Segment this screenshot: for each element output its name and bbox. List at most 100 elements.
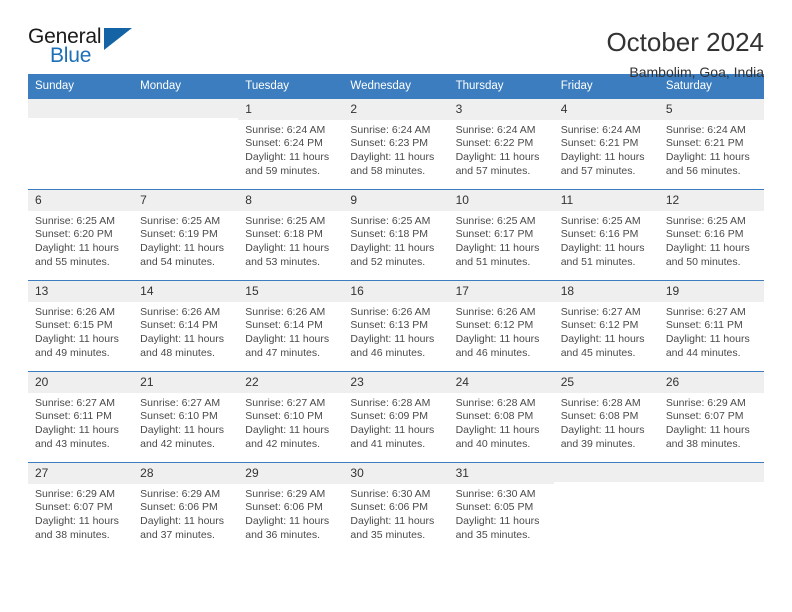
calendar-day-cell[interactable]: 29 Sunrise: 6:29 AM Sunset: 6:06 PM Dayligh…: [238, 462, 344, 553]
sunrise-text: Sunrise: 6:24 AM: [455, 123, 536, 136]
day-details: Sunrise: 6:25 AM Sunset: 6:18 PM Daylight:…: [343, 211, 448, 270]
sunset-text: Sunset: 6:16 PM: [560, 228, 639, 241]
calendar-week-row: 6 Sunrise: 6:25 AM Sunset: 6:20 PM Daylight…: [28, 189, 764, 281]
sunrise-text: Sunrise: 6:24 AM: [665, 123, 746, 136]
sunrise-text: Sunrise: 6:24 AM: [560, 123, 641, 136]
weekday-header-tuesday: Tuesday: [238, 74, 344, 99]
calendar-day-cell[interactable]: 8 Sunrise: 6:25 AM Sunset: 6:18 PM Daylight…: [238, 189, 344, 281]
sunrise-text: Sunrise: 6:26 AM: [455, 305, 536, 318]
daylight-text-line2: and 44 minutes.: [665, 347, 741, 360]
daylight-text-line2: and 36 minutes.: [245, 529, 320, 542]
daylight-text-line2: and 46 minutes.: [455, 347, 531, 360]
calendar-day-cell-empty: [658, 462, 764, 553]
calendar-day-cell[interactable]: 23 Sunrise: 6:28 AM Sunset: 6:09 PM Dayligh…: [343, 371, 449, 463]
day-number: 15: [238, 281, 344, 302]
weekday-header-monday: Monday: [133, 74, 239, 99]
daylight-text-line2: and 47 minutes.: [245, 347, 320, 360]
calendar-day-cell[interactable]: 7 Sunrise: 6:25 AM Sunset: 6:19 PM Daylight…: [133, 189, 239, 281]
calendar-day-cell[interactable]: 22 Sunrise: 6:27 AM Sunset: 6:10 PM Dayligh…: [238, 371, 344, 463]
day-number: 12: [658, 190, 764, 211]
sunrise-text: Sunrise: 6:25 AM: [350, 214, 431, 227]
day-number: [133, 99, 239, 118]
daylight-text-line2: and 38 minutes.: [35, 529, 110, 542]
day-number: 14: [133, 281, 239, 302]
day-details: Sunrise: 6:27 AM Sunset: 6:11 PM Daylight:…: [28, 393, 133, 452]
daylight-text-line2: and 55 minutes.: [35, 256, 110, 269]
calendar-day-cell[interactable]: 21 Sunrise: 6:27 AM Sunset: 6:10 PM Dayligh…: [133, 371, 239, 463]
day-details: Sunrise: 6:24 AM Sunset: 6:23 PM Daylight:…: [343, 120, 448, 179]
day-number: 22: [238, 372, 344, 393]
calendar-day-cell[interactable]: 10 Sunrise: 6:25 AM Sunset: 6:17 PM Dayligh…: [448, 189, 554, 281]
daylight-text-line2: and 39 minutes.: [560, 438, 636, 451]
daylight-text-line2: and 46 minutes.: [350, 347, 426, 360]
calendar-day-cell[interactable]: 17 Sunrise: 6:26 AM Sunset: 6:12 PM Dayligh…: [448, 280, 554, 372]
calendar-day-cell[interactable]: 4 Sunrise: 6:24 AM Sunset: 6:21 PM Daylight…: [553, 98, 659, 190]
daylight-text-line2: and 38 minutes.: [665, 438, 741, 451]
daylight-text-line1: Daylight: 11 hours: [455, 424, 540, 437]
day-number: 28: [133, 463, 239, 484]
calendar-day-cell[interactable]: 5 Sunrise: 6:24 AM Sunset: 6:21 PM Daylight…: [658, 98, 764, 190]
day-details: Sunrise: 6:26 AM Sunset: 6:15 PM Daylight:…: [28, 302, 133, 361]
calendar-day-cell[interactable]: 1 Sunrise: 6:24 AM Sunset: 6:24 PM Daylight…: [238, 98, 344, 190]
daylight-text-line1: Daylight: 11 hours: [350, 151, 435, 164]
calendar-day-cell[interactable]: 19 Sunrise: 6:27 AM Sunset: 6:11 PM Dayligh…: [658, 280, 764, 372]
calendar-day-cell[interactable]: 15 Sunrise: 6:26 AM Sunset: 6:14 PM Dayligh…: [238, 280, 344, 372]
daylight-text-line1: Daylight: 11 hours: [350, 242, 435, 255]
calendar-day-cell[interactable]: 14 Sunrise: 6:26 AM Sunset: 6:14 PM Dayligh…: [133, 280, 239, 372]
sunset-text: Sunset: 6:14 PM: [245, 319, 323, 332]
sunset-text: Sunset: 6:06 PM: [245, 501, 323, 514]
calendar-day-cell[interactable]: 6 Sunrise: 6:25 AM Sunset: 6:20 PM Daylight…: [28, 189, 134, 281]
logo-word-blue: Blue: [50, 44, 92, 67]
calendar-day-cell[interactable]: 12 Sunrise: 6:25 AM Sunset: 6:16 PM Dayligh…: [658, 189, 764, 281]
sunset-text: Sunset: 6:13 PM: [350, 319, 429, 332]
calendar-day-cell[interactable]: 18 Sunrise: 6:27 AM Sunset: 6:12 PM Dayligh…: [553, 280, 659, 372]
calendar-day-cell[interactable]: 27 Sunrise: 6:29 AM Sunset: 6:07 PM Dayligh…: [28, 462, 134, 553]
calendar-day-cell[interactable]: 11 Sunrise: 6:25 AM Sunset: 6:16 PM Dayligh…: [553, 189, 659, 281]
calendar-day-cell[interactable]: 16 Sunrise: 6:26 AM Sunset: 6:13 PM Dayligh…: [343, 280, 449, 372]
daylight-text-line2: and 51 minutes.: [560, 256, 636, 269]
day-details: Sunrise: 6:25 AM Sunset: 6:17 PM Daylight:…: [449, 211, 554, 270]
sunrise-text: Sunrise: 6:29 AM: [245, 487, 326, 500]
calendar-day-cell[interactable]: 25 Sunrise: 6:28 AM Sunset: 6:08 PM Dayligh…: [553, 371, 659, 463]
daylight-text-line1: Daylight: 11 hours: [140, 242, 224, 255]
day-number: 11: [553, 190, 659, 211]
calendar-day-cell[interactable]: 31 Sunrise: 6:30 AM Sunset: 6:05 PM Dayligh…: [448, 462, 554, 553]
daylight-text-line1: Daylight: 11 hours: [245, 333, 330, 346]
general-blue-logo[interactable]: General Blue: [28, 26, 148, 74]
day-details: Sunrise: 6:24 AM Sunset: 6:21 PM Daylight:…: [659, 120, 764, 179]
sunrise-text: Sunrise: 6:27 AM: [665, 305, 746, 318]
calendar-day-cell[interactable]: 26 Sunrise: 6:29 AM Sunset: 6:07 PM Dayligh…: [658, 371, 764, 463]
sunset-text: Sunset: 6:18 PM: [350, 228, 429, 241]
day-number: 24: [448, 372, 554, 393]
daylight-text-line1: Daylight: 11 hours: [35, 333, 119, 346]
calendar-day-cell[interactable]: 30 Sunrise: 6:30 AM Sunset: 6:06 PM Dayligh…: [343, 462, 449, 553]
day-number: 25: [553, 372, 659, 393]
page-header: General Blue October 2024 Bambolim, Goa,…: [28, 0, 764, 80]
day-number: 10: [448, 190, 554, 211]
day-details: Sunrise: 6:30 AM Sunset: 6:05 PM Daylight:…: [449, 484, 554, 543]
day-details: Sunrise: 6:29 AM Sunset: 6:07 PM Daylight:…: [659, 393, 764, 452]
sunset-text: Sunset: 6:11 PM: [35, 410, 112, 423]
sunrise-sunset-calendar: Sunday Monday Tuesday Wednesday Thursday…: [28, 74, 764, 553]
day-details: Sunrise: 6:24 AM Sunset: 6:24 PM Daylight:…: [238, 120, 343, 179]
calendar-day-cell[interactable]: 3 Sunrise: 6:24 AM Sunset: 6:22 PM Daylight…: [448, 98, 554, 190]
daylight-text-line1: Daylight: 11 hours: [455, 515, 540, 528]
day-details: Sunrise: 6:25 AM Sunset: 6:16 PM Daylight:…: [659, 211, 764, 270]
calendar-day-cell[interactable]: 13 Sunrise: 6:26 AM Sunset: 6:15 PM Dayligh…: [28, 280, 134, 372]
calendar-week-row: 13 Sunrise: 6:26 AM Sunset: 6:15 PM Dayligh…: [28, 280, 764, 372]
day-number: 9: [343, 190, 449, 211]
calendar-day-cell[interactable]: 2 Sunrise: 6:24 AM Sunset: 6:23 PM Daylight…: [343, 98, 449, 190]
calendar-day-cell[interactable]: 28 Sunrise: 6:29 AM Sunset: 6:06 PM Dayligh…: [133, 462, 239, 553]
day-details: Sunrise: 6:27 AM Sunset: 6:10 PM Daylight:…: [238, 393, 343, 452]
sunrise-text: Sunrise: 6:24 AM: [350, 123, 431, 136]
sunrise-text: Sunrise: 6:25 AM: [35, 214, 115, 227]
day-details: Sunrise: 6:26 AM Sunset: 6:14 PM Daylight:…: [238, 302, 343, 361]
daylight-text-line1: Daylight: 11 hours: [245, 424, 330, 437]
calendar-day-cell[interactable]: 24 Sunrise: 6:28 AM Sunset: 6:08 PM Dayligh…: [448, 371, 554, 463]
calendar-day-cell[interactable]: 9 Sunrise: 6:25 AM Sunset: 6:18 PM Daylight…: [343, 189, 449, 281]
day-number: 26: [658, 372, 764, 393]
daylight-text-line2: and 50 minutes.: [665, 256, 741, 269]
sunset-text: Sunset: 6:22 PM: [455, 137, 534, 150]
calendar-day-cell[interactable]: 20 Sunrise: 6:27 AM Sunset: 6:11 PM Dayligh…: [28, 371, 134, 463]
daylight-text-line1: Daylight: 11 hours: [350, 515, 435, 528]
